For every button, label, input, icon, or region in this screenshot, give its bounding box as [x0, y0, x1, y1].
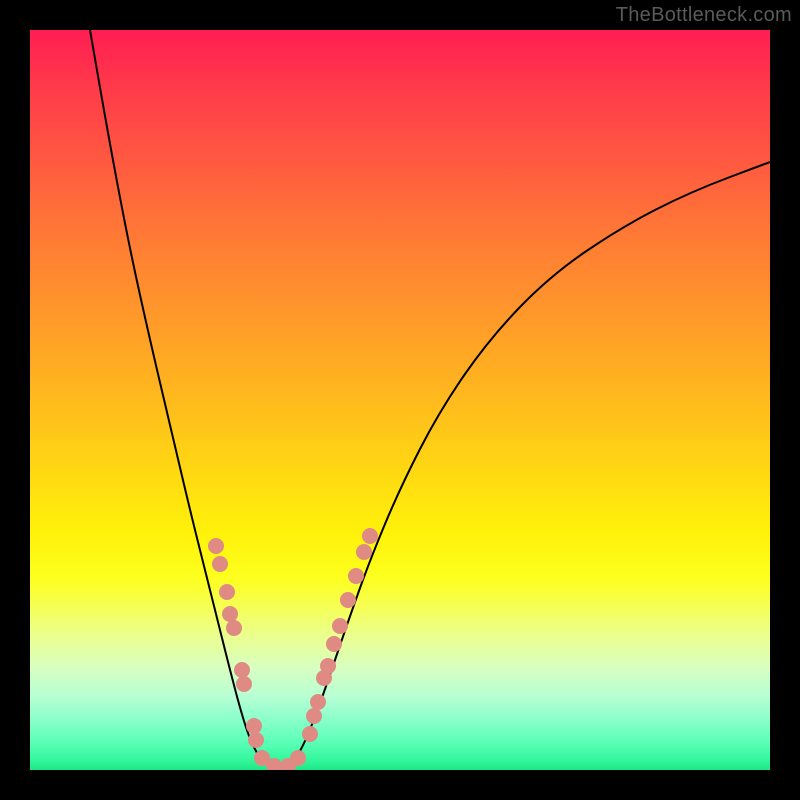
- data-marker: [326, 636, 342, 652]
- data-marker: [290, 750, 306, 766]
- data-marker: [236, 676, 252, 692]
- data-marker: [302, 726, 318, 742]
- data-marker: [219, 584, 235, 600]
- curve-layer: [30, 30, 770, 770]
- plot-area: [30, 30, 770, 770]
- data-marker: [248, 732, 264, 748]
- data-marker: [212, 556, 228, 572]
- left-v-branch-path: [90, 30, 270, 766]
- data-marker: [362, 528, 378, 544]
- data-marker: [332, 618, 348, 634]
- chart-stage: TheBottleneck.com: [0, 0, 800, 800]
- data-marker: [226, 620, 242, 636]
- data-marker: [306, 708, 322, 724]
- data-marker: [234, 662, 250, 678]
- data-marker: [208, 538, 224, 554]
- markers-left-group: [208, 538, 296, 770]
- data-marker: [246, 718, 262, 734]
- series-group: [90, 30, 770, 766]
- data-marker: [320, 658, 336, 674]
- data-marker: [356, 544, 372, 560]
- right-v-branch-path: [290, 162, 770, 766]
- data-marker: [222, 606, 238, 622]
- data-marker: [340, 592, 356, 608]
- data-marker: [348, 568, 364, 584]
- data-marker: [310, 694, 326, 710]
- watermark-text: TheBottleneck.com: [616, 4, 792, 27]
- markers-right-group: [290, 528, 378, 766]
